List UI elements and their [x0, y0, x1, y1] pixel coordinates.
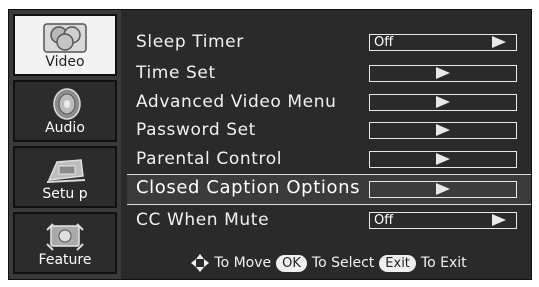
value-box[interactable]	[369, 181, 517, 198]
value-box[interactable]	[369, 94, 517, 111]
menu-item-password-set[interactable]: Password Set	[127, 117, 531, 143]
setup-icon	[42, 154, 88, 186]
sidebar-item-label: Audio	[45, 120, 85, 136]
sidebar-item-label: Video	[45, 54, 85, 70]
menu-item-label: Parental Control	[136, 149, 283, 169]
osd-menu-window: Video Audio Setu p Feature Sleep Timer O…	[8, 9, 532, 280]
sidebar-item-label: Setu p	[42, 186, 88, 202]
feature-icon	[42, 220, 88, 252]
value-box[interactable]: Off	[369, 212, 517, 229]
menu-item-label: Time Set	[136, 63, 216, 83]
sidebar-item-label: Feature	[38, 252, 92, 268]
dpad-icon	[191, 254, 210, 272]
arrow-right-icon	[492, 214, 506, 226]
menu-item-parental-control[interactable]: Parental Control	[127, 146, 531, 172]
speaker-icon	[42, 88, 88, 120]
exit-hint-text: To Exit	[420, 255, 467, 271]
sidebar-item-feature[interactable]: Feature	[13, 212, 117, 274]
arrow-right-icon	[436, 153, 450, 165]
menu-item-sleep-timer[interactable]: Sleep Timer Off	[127, 29, 531, 55]
menu-panel: Sleep Timer Off Time Set Advanced Video …	[127, 10, 531, 279]
sidebar-item-audio[interactable]: Audio	[13, 80, 117, 142]
menu-item-label: Password Set	[136, 120, 256, 140]
menu-item-advanced-video-menu[interactable]: Advanced Video Menu	[127, 89, 531, 115]
arrow-right-icon	[436, 183, 450, 195]
value-box[interactable]	[369, 65, 517, 82]
menu-item-label: Advanced Video Menu	[136, 92, 337, 112]
video-icon	[42, 22, 88, 54]
select-hint-text: To Select	[311, 255, 375, 271]
navigation-hint: To Move OK To Select Exit To Exit	[127, 252, 531, 274]
arrow-right-icon	[492, 36, 506, 48]
value-box[interactable]	[369, 151, 517, 168]
move-hint-text: To Move	[214, 255, 272, 271]
arrow-right-icon	[436, 67, 450, 79]
menu-item-label: Sleep Timer	[136, 32, 244, 52]
sidebar: Video Audio Setu p Feature	[9, 10, 121, 279]
arrow-right-icon	[436, 124, 450, 136]
value-text: Off	[374, 213, 394, 228]
menu-item-label: CC When Mute	[136, 210, 270, 230]
arrow-right-icon	[436, 96, 450, 108]
value-text: Off	[374, 35, 394, 50]
ok-key-badge: OK	[276, 254, 307, 272]
menu-item-cc-when-mute[interactable]: CC When Mute Off	[127, 207, 531, 233]
sidebar-item-video[interactable]: Video	[13, 14, 117, 76]
menu-item-closed-caption-options[interactable]: Closed Caption Options	[127, 174, 531, 205]
value-box[interactable]	[369, 122, 517, 139]
menu-item-label: Closed Caption Options	[136, 177, 361, 198]
sidebar-item-setup[interactable]: Setu p	[13, 146, 117, 208]
exit-key-badge: Exit	[379, 254, 416, 272]
value-box[interactable]: Off	[369, 34, 517, 51]
menu-item-time-set[interactable]: Time Set	[127, 60, 531, 86]
